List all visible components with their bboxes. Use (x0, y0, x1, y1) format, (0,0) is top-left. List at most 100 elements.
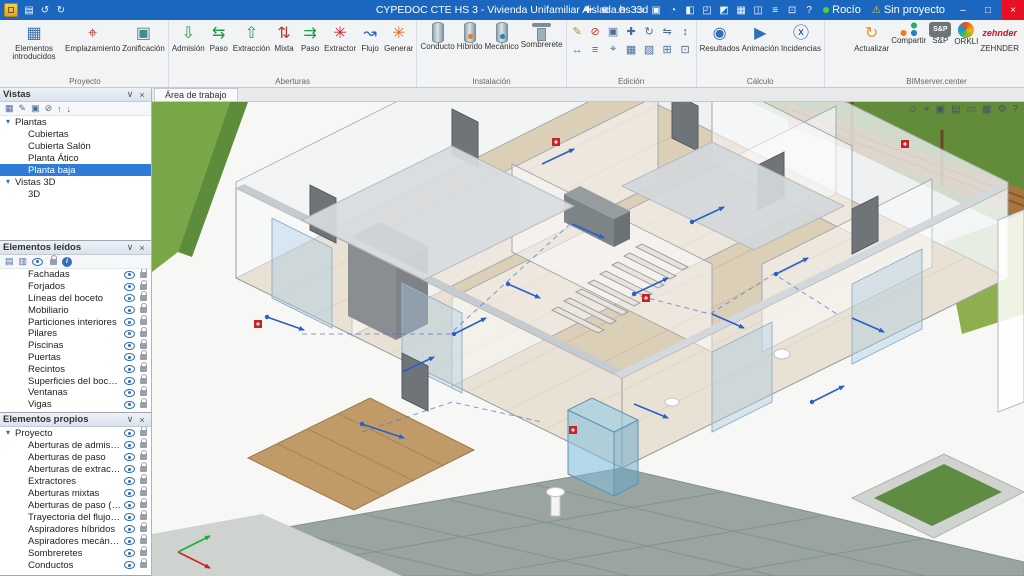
panel-tool-icon[interactable]: ▤ (5, 256, 14, 267)
own-element-row[interactable]: Aberturas de paso (ventilación ... (0, 498, 151, 511)
visibility-toggle-icon[interactable] (124, 489, 135, 497)
lock-toggle-icon[interactable] (140, 498, 147, 508)
canvas-tool-icon[interactable]: ⚙ (997, 104, 1006, 115)
app-icon[interactable] (4, 3, 18, 17)
read-element-row[interactable]: Recintos (0, 362, 151, 375)
lock-toggle-icon[interactable] (140, 385, 147, 396)
ribbon-button[interactable]: ✳ Generar (383, 21, 414, 54)
read-element-row[interactable]: Piscinas (0, 338, 151, 352)
panel-tool-icon[interactable] (50, 254, 58, 265)
edit-tool-icon[interactable]: ⇋ (659, 23, 676, 40)
visibility-toggle-icon[interactable] (124, 329, 135, 338)
panel-tool-icon[interactable]: i (62, 256, 73, 267)
visibility-toggle-icon[interactable] (124, 400, 135, 409)
ribbon-button[interactable]: ⇉ Paso (297, 21, 323, 54)
ribbon-button[interactable]: ⇩ Admisión (171, 21, 206, 54)
edit-tool-icon[interactable]: ▦ (623, 41, 640, 58)
panel-tool-icon[interactable]: ↑ (57, 104, 62, 114)
lock-toggle-icon[interactable] (140, 326, 147, 337)
own-element-row[interactable]: Aspiradores mecánicos (0, 534, 151, 547)
tree-expander-icon[interactable]: ▾ (4, 178, 12, 186)
ribbon-button[interactable]: S&P S&P (927, 21, 953, 46)
own-element-row[interactable]: Extractores (0, 474, 151, 487)
ribbon-button[interactable]: ⇆ Paso (206, 21, 232, 54)
lock-toggle-icon[interactable] (140, 450, 147, 460)
panel-close-button[interactable]: × (136, 243, 148, 253)
titlebar-tool-icon[interactable]: ◰ (700, 5, 714, 16)
lock-toggle-icon[interactable] (140, 374, 147, 385)
panel-close-button[interactable]: × (136, 415, 148, 425)
titlebar-tool-icon[interactable]: ✚ (581, 5, 595, 16)
view-tree-item[interactable]: ▾ Plantas (0, 116, 151, 128)
titlebar-tool-icon[interactable]: ◔ (666, 5, 680, 16)
canvas-tool-icon[interactable]: ? (1012, 104, 1018, 115)
own-element-row[interactable]: Aberturas de paso (0, 450, 151, 463)
ribbon-button[interactable]: ↻ Actualizar (853, 21, 890, 54)
panel-collapse-button[interactable]: ∨ (124, 414, 136, 425)
lock-toggle-icon[interactable] (140, 279, 147, 290)
visibility-toggle-icon[interactable] (124, 477, 135, 485)
own-element-row[interactable]: Sombreretes (0, 546, 151, 559)
read-element-row[interactable]: Particiones interiores (0, 315, 151, 328)
ribbon-button[interactable]: ↝ Flujo (357, 21, 383, 54)
lock-toggle-icon[interactable] (140, 269, 147, 278)
titlebar-tool-icon[interactable]: ◫ (751, 5, 765, 16)
view-tree-item[interactable]: Cubiertas (0, 128, 151, 140)
visibility-toggle-icon[interactable] (124, 306, 135, 315)
titlebar-quick-icon[interactable]: ↻ (54, 5, 68, 16)
panel-tool-icon[interactable]: ▦ (5, 103, 14, 114)
canvas-tool-icon[interactable]: ▦ (982, 104, 991, 115)
ribbon-button[interactable]: zehnder ZEHNDER (979, 21, 1020, 54)
ribbon-button[interactable]: ◉ Resultados (699, 21, 741, 54)
visibility-toggle-icon[interactable] (124, 549, 135, 557)
edit-tool-icon[interactable]: ≡ (587, 41, 604, 58)
titlebar-tool-icon[interactable]: ▭ (632, 5, 646, 16)
read-element-row[interactable]: Superficies del boceto (0, 374, 151, 387)
own-element-row[interactable]: Trayectoria del flujo de aire (0, 510, 151, 523)
panel-tool-icon[interactable] (32, 257, 44, 266)
panel-collapse-button[interactable]: ∨ (124, 89, 136, 100)
panel-tool-icon[interactable]: ⊘ (45, 103, 53, 114)
own-element-row[interactable]: ▾ Proyecto (0, 427, 151, 439)
lock-toggle-icon[interactable] (140, 397, 147, 408)
lock-toggle-icon[interactable] (140, 338, 147, 349)
view-tree-item[interactable]: Cubierta Salón (0, 140, 151, 152)
tree-expander-icon[interactable]: ▾ (4, 118, 12, 126)
titlebar-tool-icon[interactable]: ? (802, 5, 816, 16)
ribbon-button[interactable]: ▣ Zonificación (121, 21, 166, 54)
edit-tool-icon[interactable]: ⊞ (659, 41, 676, 58)
titlebar-tool-icon[interactable]: ▣ (649, 5, 663, 16)
lock-toggle-icon[interactable] (140, 486, 147, 496)
lock-toggle-icon[interactable] (140, 350, 147, 361)
panel-tool-icon[interactable]: ✎ (19, 103, 27, 114)
panel-tool-icon[interactable]: ↓ (67, 104, 72, 114)
visibility-toggle-icon[interactable] (124, 453, 135, 461)
lock-toggle-icon[interactable] (140, 534, 147, 544)
ribbon-button[interactable]: Compartir (890, 21, 927, 46)
view-tree-item[interactable]: ▾ Vistas 3D (0, 176, 151, 188)
canvas-tool-icon[interactable]: ⌖ (924, 104, 930, 115)
panel-tool-icon[interactable]: ▥ (19, 256, 28, 267)
canvas-tool-icon[interactable]: ☺ (908, 104, 918, 115)
view-tree-item[interactable]: 3D (0, 188, 151, 200)
visibility-toggle-icon[interactable] (124, 525, 135, 533)
read-element-row[interactable]: Pilares (0, 326, 151, 340)
close-button[interactable]: × (1002, 0, 1024, 20)
edit-tool-icon[interactable]: ✚ (623, 23, 640, 40)
titlebar-tool-icon[interactable]: ⊡ (785, 5, 799, 16)
visibility-toggle-icon[interactable] (124, 465, 135, 473)
ribbon-button[interactable]: ▶ Animación (741, 21, 780, 54)
view-tree-item[interactable]: Planta baja (0, 164, 151, 176)
titlebar-tool-icon[interactable]: ▦ (734, 5, 748, 16)
ribbon-button[interactable]: ⇅ Mixta (271, 21, 297, 54)
own-element-row[interactable]: Aberturas de admisión (0, 438, 151, 451)
read-element-row[interactable]: Fachadas (0, 269, 151, 281)
edit-tool-icon[interactable]: ✎ (569, 23, 586, 40)
own-element-row[interactable]: Aspiradores híbridos (0, 522, 151, 535)
panel-close-button[interactable]: × (136, 90, 148, 100)
titlebar-tool-icon[interactable]: ⊖ (615, 5, 629, 16)
visibility-toggle-icon[interactable] (124, 353, 135, 362)
edit-tool-icon[interactable]: ▧ (641, 41, 658, 58)
edit-tool-icon[interactable]: ↔ (569, 41, 586, 58)
titlebar-quick-icon[interactable]: ↺ (38, 5, 52, 16)
